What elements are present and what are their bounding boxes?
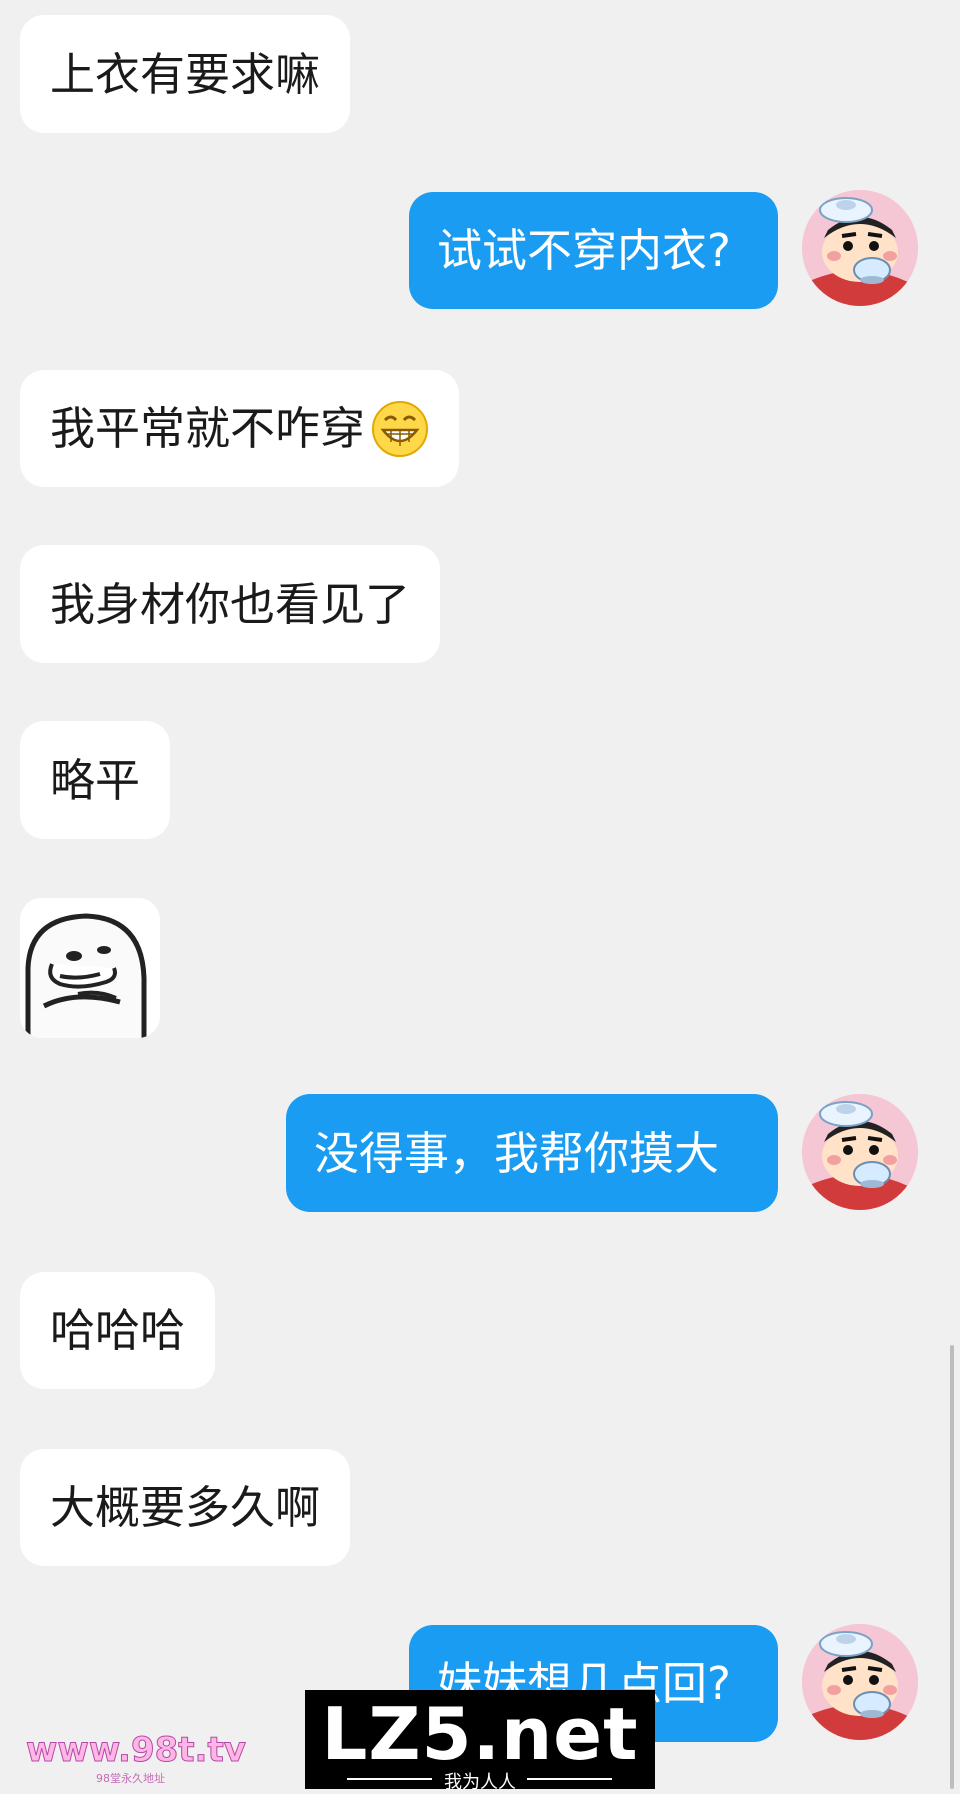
message-text: 试试不穿内衣? (437, 224, 731, 277)
message-bubble-incoming[interactable]: 我身材你也看见了 (20, 545, 441, 663)
watermark-left: www.98t.tv (26, 1730, 247, 1771)
message-text: 略平 (50, 753, 141, 807)
avatar[interactable] (802, 1624, 918, 1740)
grinning-face-icon (371, 400, 429, 458)
message-bubble-incoming[interactable]: 大概要多久啊 (20, 1449, 351, 1566)
message-text: 我平常就不咋穿 (50, 402, 366, 455)
chat-thread: 上衣有要求嘛 试试不穿内衣? 我平常就不咋穿 我身材你也看见了 略平 没得事，我… (0, 0, 960, 1789)
message-text: 哈哈哈 (50, 1304, 186, 1357)
message-text: 我身材你也看见了 (50, 577, 411, 631)
message-bubble-incoming[interactable]: 略平 (20, 721, 171, 839)
message-bubble-incoming[interactable]: 上衣有要求嘛 (20, 15, 351, 133)
avatar[interactable] (802, 1094, 918, 1210)
scrollbar[interactable] (950, 1345, 954, 1789)
message-text: 没得事，我帮你摸大 (314, 1126, 720, 1180)
cartoon-boy-avatar-icon (802, 1094, 918, 1210)
message-bubble-outgoing[interactable]: 试试不穿内衣? (409, 192, 778, 309)
avatar[interactable] (802, 190, 918, 306)
watermark-left-sub: 98堂永久地址 (96, 1772, 165, 1785)
watermark-right: LZ5.net 我为人人 (305, 1690, 655, 1793)
message-bubble-incoming[interactable]: 我平常就不咋穿 (20, 370, 460, 487)
message-bubble-incoming[interactable]: 哈哈哈 (20, 1272, 216, 1389)
message-text: 大概要多久啊 (50, 1481, 321, 1534)
cartoon-boy-avatar-icon (802, 190, 918, 306)
watermark-right-text: LZ5.net (321, 1692, 639, 1776)
watermark-right-sub: 我为人人 (444, 1772, 516, 1793)
message-bubble-outgoing[interactable]: 没得事，我帮你摸大 (286, 1094, 778, 1212)
message-text: 上衣有要求嘛 (50, 47, 321, 101)
cartoon-boy-avatar-icon (802, 1624, 918, 1740)
smirking-face-sticker[interactable] (20, 898, 160, 1038)
